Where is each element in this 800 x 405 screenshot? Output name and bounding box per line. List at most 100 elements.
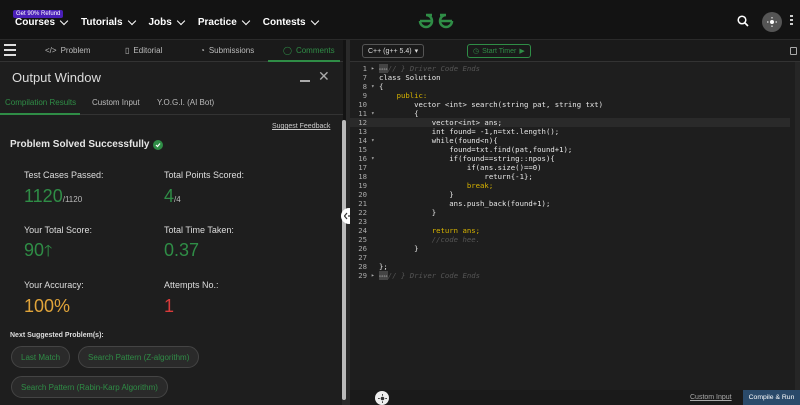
line-number: 17 — [358, 163, 367, 172]
nav-practice[interactable]: Practice — [197, 16, 251, 28]
tab-label: Submissions — [208, 46, 255, 55]
code-line: 21 ans.push_back(found+1); — [350, 199, 790, 208]
subtab-yogi-ai-bot[interactable]: Y.O.G.I. (AI Bot) — [157, 98, 214, 107]
compile-run-button[interactable]: Compile & Run — [743, 390, 800, 405]
points-total: /4 — [174, 195, 181, 204]
folded-marker[interactable]: ↔↔ — [379, 271, 388, 280]
tab-label: Problem — [60, 46, 91, 55]
minimize-icon[interactable] — [300, 80, 310, 82]
start-timer-button[interactable]: ◷ Start Timer ▶ — [467, 44, 531, 58]
line-number: 18 — [358, 172, 367, 181]
code-text: } — [379, 190, 454, 199]
custom-input-button[interactable]: Custom Input — [690, 394, 732, 401]
nav-label: Courses — [15, 17, 56, 28]
code-text: int found= -1,n=txt.length(); — [379, 127, 560, 136]
fold-icon[interactable]: ▸ — [371, 272, 379, 279]
hamburger-icon[interactable] — [4, 44, 16, 59]
line-number: 12 — [358, 118, 367, 127]
code-text: } — [379, 208, 437, 217]
theme-toggle-icon[interactable] — [762, 12, 782, 32]
time-label: Total Time Taken: — [164, 225, 234, 235]
language-value: C++ (g++ 5.4) — [368, 47, 412, 55]
subtab-compilation-results[interactable]: Compilation Results — [5, 98, 76, 107]
code-text: // } Driver Code Ends — [387, 64, 481, 73]
code-text: found=txt.find(pat,found+1); — [379, 145, 573, 154]
close-icon[interactable]: ✕ — [318, 68, 330, 85]
editor-scrollbar[interactable] — [795, 62, 800, 390]
code-line: 18 return{-1}; — [350, 172, 790, 181]
code-text: }; — [379, 262, 388, 271]
suggest-feedback-link[interactable]: Suggest Feedback — [272, 123, 330, 130]
line-number: 25 — [358, 235, 367, 244]
code-line: 8 ▾{ — [350, 82, 790, 91]
fold-icon[interactable]: ▸ — [371, 65, 379, 72]
main-nav: Courses Tutorials Jobs Practice Contests — [15, 16, 319, 28]
line-number: 19 — [358, 181, 367, 190]
copy-icon[interactable] — [790, 47, 797, 55]
test-cases-value: 1120/1120 — [24, 186, 82, 207]
timer-label: Start Timer — [482, 47, 517, 55]
tab-comments[interactable]: ◯ Comments — [283, 46, 335, 55]
test-cases-passed: 1120 — [24, 186, 63, 206]
line-number: 11 — [358, 109, 367, 118]
test-cases-total: /1120 — [62, 195, 83, 204]
code-text: { — [379, 82, 384, 91]
code-line: 14 ▾ while(found<n){ — [350, 136, 790, 145]
timer-icon: ◷ — [473, 48, 480, 55]
language-select[interactable]: C++ (g++ 5.4) ▾ — [362, 44, 425, 58]
output-subtabs: Compilation Results Custom Input Y.O.G.I… — [0, 95, 343, 115]
tab-label: Editorial — [133, 46, 163, 55]
subtab-custom-input[interactable]: Custom Input — [92, 98, 140, 107]
code-line: 1 ▸ ↔↔// } Driver Code Ends — [350, 64, 790, 73]
geeksforgeeks-logo[interactable] — [418, 12, 454, 35]
tab-label: Comments — [295, 46, 335, 55]
code-text: break; — [379, 181, 494, 190]
nav-jobs[interactable]: Jobs — [149, 16, 186, 28]
code-icon: </> — [45, 46, 57, 55]
tab-submissions[interactable]: ◔ Submissions — [200, 46, 254, 55]
next-suggested-title: Next Suggested Problem(s): — [10, 332, 104, 339]
suggestion-chip[interactable]: Search Pattern (Z-algorithm) — [78, 346, 200, 368]
line-number: 15 — [358, 145, 367, 154]
points-label: Total Points Scored: — [164, 170, 245, 180]
code-line: 17 if(ans.size()==0) — [350, 163, 790, 172]
line-number: 28 — [358, 262, 367, 271]
code-text: while(found<n){ — [379, 136, 498, 145]
line-number: 1 — [362, 64, 367, 73]
nav-courses[interactable]: Courses — [15, 16, 69, 28]
code-line: 10 vector <int> search(string pat, strin… — [350, 100, 790, 109]
folded-marker[interactable]: ↔↔ — [379, 64, 388, 73]
tab-editorial[interactable]: ▯ Editorial — [125, 46, 162, 55]
line-number: 26 — [358, 244, 367, 253]
output-window-title: Output Window — [12, 70, 101, 85]
tab-problem[interactable]: </> Problem — [45, 46, 90, 55]
code-editor[interactable]: 1 ▸ ↔↔// } Driver Code Ends 7 class Solutio… — [350, 62, 800, 390]
fold-icon[interactable]: ▾ — [371, 155, 379, 162]
code-line: 27 — [350, 253, 790, 262]
nav-tutorials[interactable]: Tutorials — [81, 16, 136, 28]
code-line: 23 — [350, 217, 790, 226]
debug-icon[interactable] — [375, 391, 389, 405]
suggestion-chip[interactable]: Last Match — [11, 346, 71, 368]
chevron-down-icon — [310, 16, 319, 25]
fold-icon[interactable]: ▾ — [371, 110, 379, 117]
code-text: vector <int> search(string pat, string t… — [379, 100, 604, 109]
more-menu-icon[interactable] — [790, 15, 793, 27]
nav-contests[interactable]: Contests — [263, 16, 319, 28]
line-number: 20 — [358, 190, 367, 199]
code-text: // } Driver Code Ends — [387, 271, 481, 280]
document-icon: ▯ — [125, 46, 130, 55]
line-number: 27 — [358, 253, 367, 262]
search-icon[interactable] — [737, 14, 749, 32]
score-label: Your Total Score: — [24, 225, 93, 235]
fold-icon[interactable]: ▾ — [371, 83, 379, 90]
fold-icon[interactable]: ▾ — [371, 137, 379, 144]
check-icon — [152, 139, 163, 150]
code-line: 22 } — [350, 208, 790, 217]
suggestion-chip[interactable]: Search Pattern (Rabin-Karp Algorithm) — [11, 376, 168, 398]
nav-label: Practice — [197, 17, 237, 28]
chevron-down-icon — [127, 16, 136, 25]
code-text: if(found==string::npos){ — [379, 154, 555, 163]
points-scored: 4 — [164, 186, 175, 206]
accuracy-label: Your Accuracy: — [24, 280, 84, 290]
